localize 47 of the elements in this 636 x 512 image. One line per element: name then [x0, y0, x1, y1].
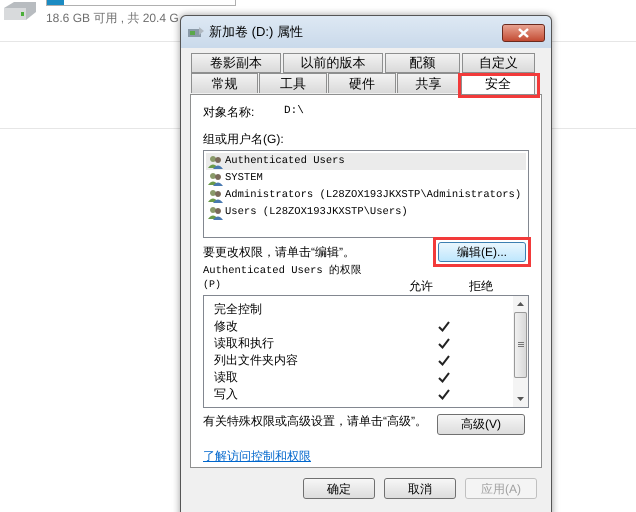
- permissions-title-suffix: (P): [203, 278, 222, 294]
- user-list-item[interactable]: Users (L28ZOX193JKXSTP\Users): [206, 204, 526, 221]
- tab[interactable]: 以前的版本: [283, 53, 383, 73]
- allow-header: 允许: [409, 278, 434, 295]
- tab[interactable]: 自定义: [462, 53, 535, 73]
- tab[interactable]: 常规: [191, 73, 258, 93]
- users-icon: [208, 188, 223, 202]
- permissions-title: Authenticated Users 的权限: [203, 264, 364, 279]
- deny-header: 拒绝: [469, 278, 493, 295]
- drive-icon: [2, 0, 38, 22]
- user-list-item[interactable]: Administrators (L28ZOX193JKXSTP\Administrators): [206, 187, 526, 204]
- tab[interactable]: 配额: [385, 53, 460, 73]
- user-list-item[interactable]: SYSTEM: [206, 170, 526, 187]
- scroll-up-icon: [517, 302, 524, 306]
- edit-button[interactable]: 编辑(E)...: [438, 242, 526, 262]
- close-icon: [518, 28, 529, 38]
- scroll-thumb[interactable]: [514, 312, 527, 378]
- scrollbar[interactable]: [513, 296, 528, 407]
- users-icon: [208, 206, 223, 220]
- scroll-down-icon: [517, 396, 524, 401]
- object-name-label: 对象名称:: [203, 104, 256, 121]
- tab[interactable]: 卷影副本: [191, 53, 281, 73]
- dialog-button[interactable]: 取消: [384, 478, 456, 499]
- permission-name: 列出文件夹内容: [214, 352, 299, 370]
- object-name-value: D:\: [284, 104, 304, 119]
- users-icon: [208, 172, 223, 186]
- permission-name: 修改: [214, 318, 239, 336]
- permission-name: 读取: [214, 369, 239, 386]
- tab[interactable]: 工具: [259, 73, 327, 93]
- free-space-text: 18.6 GB 可用 , 共 20.4 G: [46, 10, 180, 27]
- window-title: 新加卷 (D:) 属性: [209, 23, 304, 42]
- permission-name: 读取和执行: [214, 335, 275, 352]
- user-list-item[interactable]: Authenticated Users: [206, 153, 526, 170]
- advanced-hint: 有关特殊权限或高级设置，请单击“高级”。: [203, 414, 428, 428]
- edit-hint: 要更改权限，请单击“编辑”。: [203, 244, 355, 261]
- users-icon: [208, 154, 223, 168]
- groups-label: 组或用户名(G):: [203, 131, 285, 148]
- tab[interactable]: 共享: [397, 73, 460, 93]
- close-button[interactable]: [502, 24, 545, 42]
- dialog-button[interactable]: 确定: [303, 478, 375, 499]
- tab[interactable]: 硬件: [328, 73, 396, 93]
- dialog-button[interactable]: 高级(V): [437, 414, 525, 435]
- help-link[interactable]: 了解访问控制和权限: [203, 446, 311, 465]
- drive-properties-icon: [187, 26, 205, 38]
- permission-name: 完全控制: [214, 301, 263, 318]
- permission-name: 写入: [214, 386, 239, 404]
- grip-icon: [518, 342, 524, 348]
